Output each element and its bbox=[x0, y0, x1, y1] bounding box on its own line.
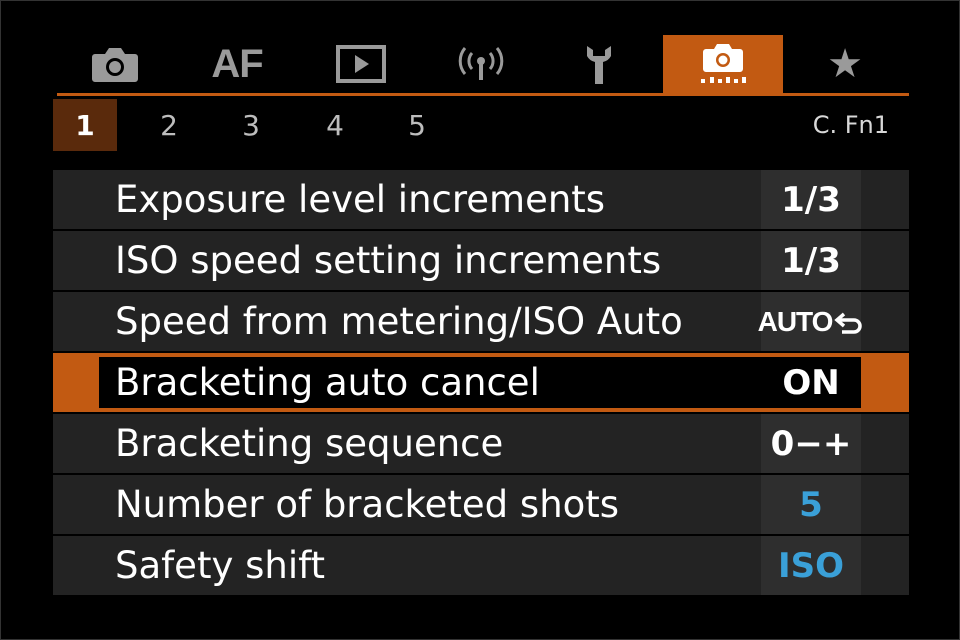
subtab-5[interactable]: 5 bbox=[397, 99, 437, 151]
menu-tab-bar: AF ★ bbox=[57, 35, 909, 97]
subtab-row: 1 2 3 4 5 C. Fn1 bbox=[53, 99, 909, 151]
subtab-label: 4 bbox=[326, 108, 344, 142]
tab-my-menu[interactable]: ★ bbox=[815, 35, 875, 93]
subtab-3[interactable]: 3 bbox=[231, 99, 271, 151]
menu-item-speed-from-metering[interactable]: Speed from metering/ISO Auto AUTO bbox=[53, 292, 909, 351]
menu-item-value: 0−+ bbox=[761, 414, 861, 473]
tab-custom-functions[interactable] bbox=[663, 35, 783, 93]
play-icon bbox=[336, 45, 386, 83]
menu-item-value: ON bbox=[761, 357, 861, 408]
tab-underline bbox=[57, 93, 909, 96]
menu-item-value: 5 bbox=[761, 475, 861, 534]
menu-item-label: Bracketing sequence bbox=[115, 422, 504, 465]
page-label: C. Fn1 bbox=[812, 111, 889, 139]
menu-list: Exposure level increments 1/3 ISO speed … bbox=[53, 170, 909, 597]
menu-item-label: Speed from metering/ISO Auto bbox=[115, 300, 683, 343]
menu-item-label: Number of bracketed shots bbox=[115, 483, 620, 526]
camera-icon bbox=[92, 48, 138, 82]
star-icon: ★ bbox=[827, 41, 863, 87]
camera-menu-screen: AF ★ 1 2 3 4 5 C. Fn1 Exposure level inc… bbox=[0, 0, 960, 640]
tab-shooting[interactable] bbox=[79, 35, 151, 93]
menu-item-bracketing-auto-cancel[interactable]: Bracketing auto cancel ON bbox=[53, 353, 909, 412]
menu-item-value: 1/3 bbox=[761, 170, 861, 229]
menu-item-value: 1/3 bbox=[761, 231, 861, 290]
menu-item-iso-speed-setting-increments[interactable]: ISO speed setting increments 1/3 bbox=[53, 231, 909, 290]
tab-playback[interactable] bbox=[325, 35, 397, 93]
menu-item-exposure-level-increments[interactable]: Exposure level increments 1/3 bbox=[53, 170, 909, 229]
menu-item-label: ISO speed setting increments bbox=[115, 239, 662, 282]
return-arrow-icon bbox=[834, 312, 863, 334]
subtab-label: 1 bbox=[75, 108, 95, 142]
subtab-2[interactable]: 2 bbox=[149, 99, 189, 151]
wrench-icon bbox=[587, 46, 611, 84]
menu-item-label: Bracketing auto cancel bbox=[115, 361, 540, 404]
custom-camera-icon bbox=[701, 44, 746, 83]
tab-wireless[interactable] bbox=[445, 35, 517, 93]
subtab-label: 3 bbox=[242, 108, 260, 142]
menu-item-safety-shift[interactable]: Safety shift ISO bbox=[53, 536, 909, 595]
auto-value-text: AUTO bbox=[757, 305, 834, 337]
subtab-label: 5 bbox=[408, 108, 426, 142]
subtab-label: 2 bbox=[160, 108, 178, 142]
subtab-4[interactable]: 4 bbox=[315, 99, 355, 151]
tab-setup[interactable] bbox=[563, 35, 635, 93]
af-icon: AF bbox=[211, 41, 263, 86]
menu-item-label: Safety shift bbox=[115, 544, 326, 587]
menu-item-value: ISO bbox=[761, 536, 861, 595]
menu-item-bracketing-sequence[interactable]: Bracketing sequence 0−+ bbox=[53, 414, 909, 473]
menu-item-number-of-bracketed-shots[interactable]: Number of bracketed shots 5 bbox=[53, 475, 909, 534]
tab-af[interactable]: AF bbox=[197, 35, 277, 93]
menu-item-label: Exposure level increments bbox=[115, 178, 606, 221]
menu-item-value: AUTO bbox=[757, 292, 863, 351]
subtab-1[interactable]: 1 bbox=[53, 99, 117, 151]
wireless-icon bbox=[458, 47, 504, 80]
